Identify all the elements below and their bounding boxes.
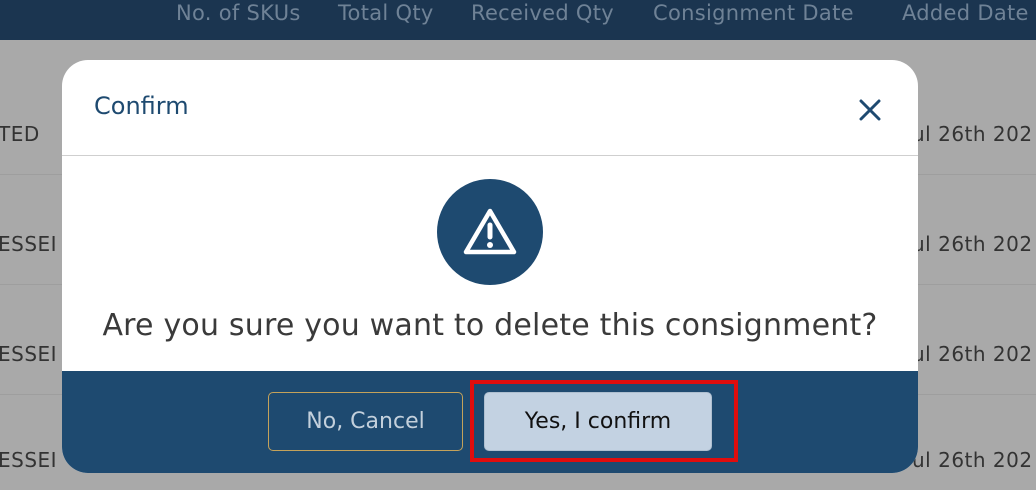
dialog-header: Confirm [62, 60, 918, 156]
dialog-title: Confirm [94, 92, 189, 120]
date-cell: ul 26th 202 [912, 232, 1033, 256]
status-cell: ESSEI [0, 448, 58, 472]
confirm-message: Are you sure you want to delete this con… [102, 308, 878, 343]
warning-triangle-icon [463, 208, 517, 255]
status-cell: TED [0, 122, 40, 146]
confirm-button[interactable]: Yes, I confirm [484, 392, 712, 451]
date-cell: ul 26th 202 [912, 448, 1033, 472]
column-header-skus[interactable]: No. of SKUs [176, 0, 301, 26]
confirm-dialog: Confirm Are you sure you want to delete … [62, 60, 918, 473]
close-button[interactable] [852, 92, 888, 128]
table-header: No. of SKUs Total Qty Received Qty Consi… [0, 0, 1036, 40]
dialog-footer: No, Cancel Yes, I confirm [62, 371, 918, 473]
column-header-added-date[interactable]: Added Date [902, 0, 1029, 26]
column-header-consignment-date[interactable]: Consignment Date [653, 0, 854, 26]
date-cell: ul 26th 202 [912, 342, 1033, 366]
status-cell: ESSEI [0, 342, 58, 366]
date-cell: ul 26th 202 [912, 122, 1033, 146]
column-header-received-qty[interactable]: Received Qty [471, 0, 614, 26]
cancel-button[interactable]: No, Cancel [268, 392, 463, 451]
close-icon [859, 99, 881, 121]
column-header-total-qty[interactable]: Total Qty [338, 0, 434, 26]
warning-badge [437, 179, 543, 285]
status-cell: ESSEI [0, 232, 58, 256]
